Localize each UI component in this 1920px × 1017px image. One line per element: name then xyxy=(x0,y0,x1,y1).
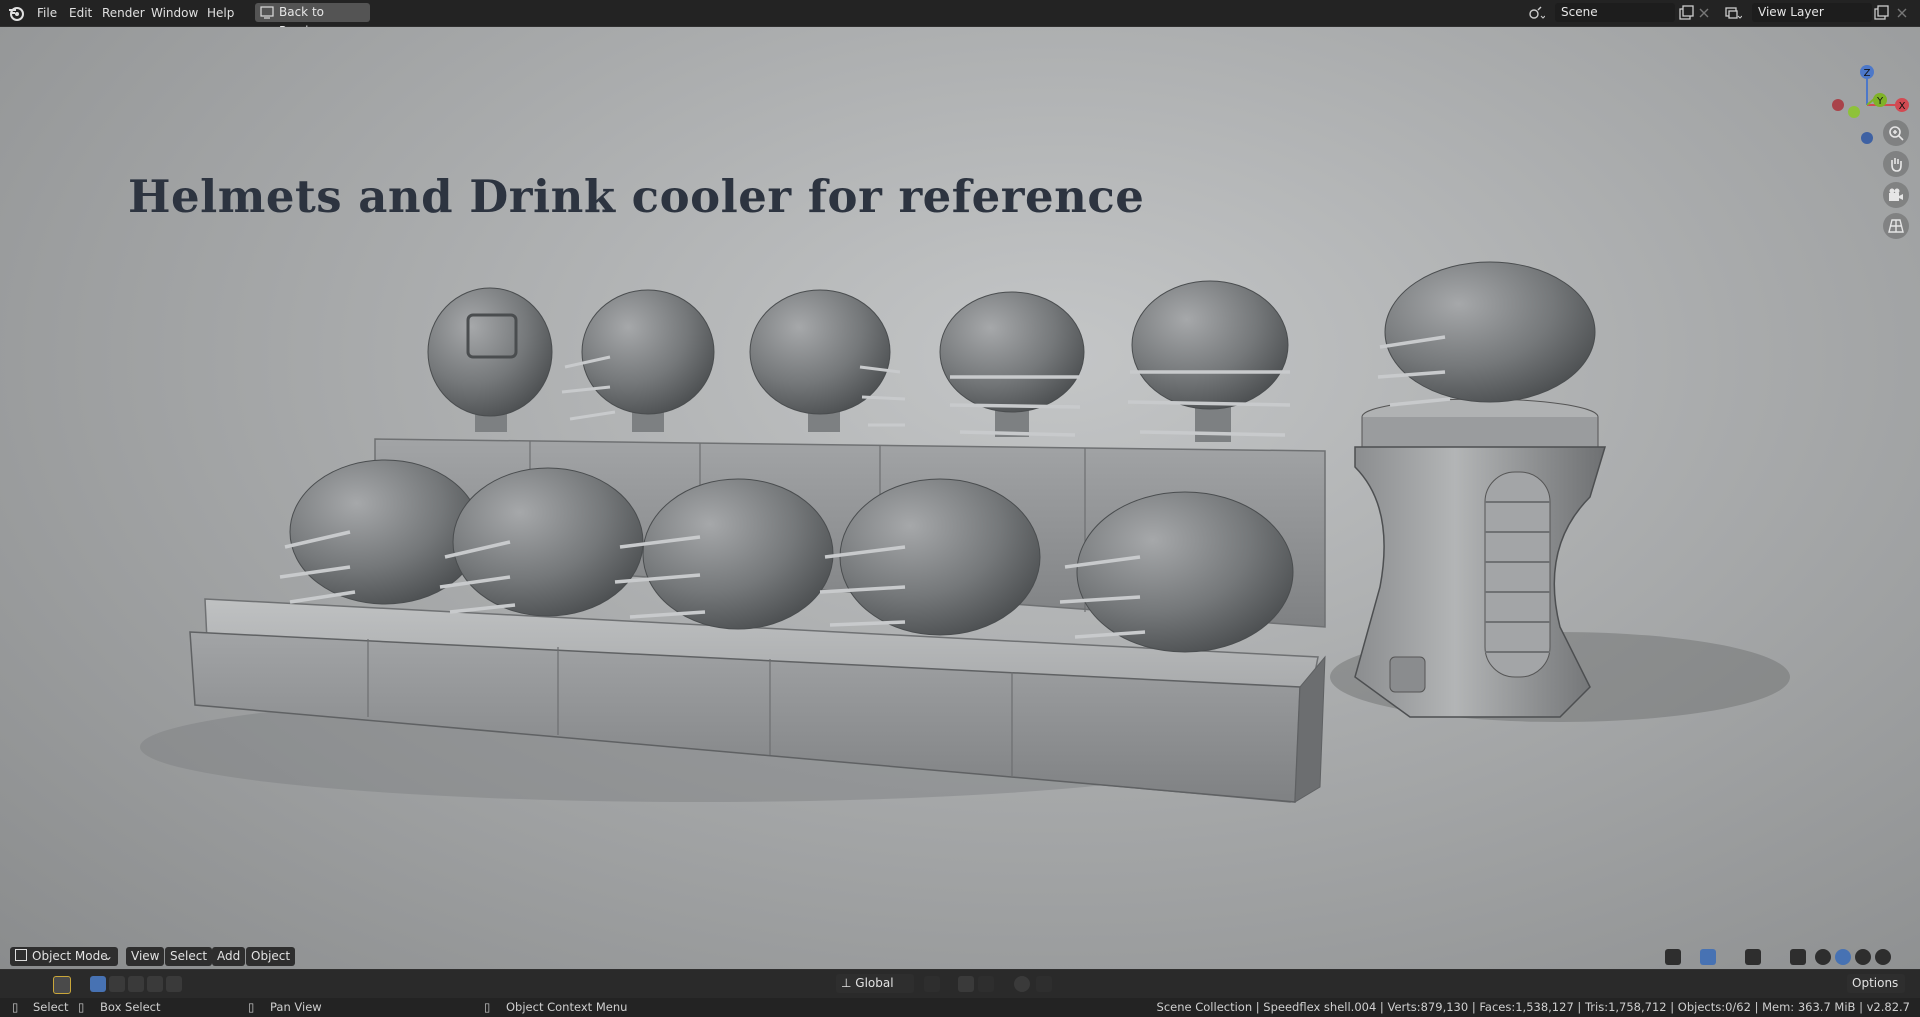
delete-scene-icon[interactable] xyxy=(1695,4,1713,22)
gizmo-y-label: Y xyxy=(1876,96,1884,107)
scene-field[interactable]: Scene xyxy=(1555,3,1675,22)
back-to-previous-button[interactable]: Back to Previous xyxy=(255,3,370,38)
blender-logo-icon[interactable] xyxy=(7,4,25,22)
menu-edit[interactable]: Edit xyxy=(64,4,97,22)
mouse-left-icon: ▯ xyxy=(12,1000,19,1014)
camera-icon xyxy=(1889,188,1903,201)
select-mode-extend-icon[interactable] xyxy=(109,976,125,992)
wireframe-shading-icon[interactable] xyxy=(1815,949,1831,965)
solid-shading-icon[interactable] xyxy=(1835,949,1851,965)
new-scene-icon[interactable] xyxy=(1677,4,1695,22)
status-scene-stats: Scene Collection | Speedflex shell.004 |… xyxy=(1156,1000,1910,1014)
gizmo-x-label: X xyxy=(1899,101,1906,112)
snap-target-icon[interactable] xyxy=(978,976,994,992)
mode-selector[interactable]: Object Mode ⌄ xyxy=(10,947,118,966)
camera-view-button[interactable] xyxy=(1883,182,1909,208)
menu-render[interactable]: Render xyxy=(97,4,150,22)
mouse-drag-icon: ▯ xyxy=(78,1000,85,1014)
3d-viewport[interactable]: Helmets and Drink cooler for reference Z… xyxy=(0,27,1920,969)
status-context-menu: Object Context Menu xyxy=(506,1000,628,1014)
tool-header: ⊥ Global Options xyxy=(0,970,1920,998)
orientation-label: Global xyxy=(855,976,894,990)
orientation-icon: ⊥ xyxy=(841,976,856,990)
delete-view-layer-icon[interactable] xyxy=(1893,4,1911,22)
viewport-header: Object Mode ⌄ View Select Add Object xyxy=(0,943,1920,973)
scene-render[interactable] xyxy=(0,27,1920,969)
select-mode-invert-icon[interactable] xyxy=(166,976,182,992)
select-mode-intersect-icon[interactable] xyxy=(147,976,163,992)
object-menu[interactable]: Object xyxy=(246,947,296,966)
zoom-icon xyxy=(1889,126,1904,141)
mouse-right-icon: ▯ xyxy=(484,1000,491,1014)
status-box-select: Box Select xyxy=(100,1000,161,1014)
menu-file[interactable]: File xyxy=(32,4,62,22)
gizmo-toggle-icon[interactable] xyxy=(1700,949,1716,965)
menu-window[interactable]: Window xyxy=(146,4,203,22)
editor-type-icon[interactable] xyxy=(12,976,28,992)
select-mode-new-icon[interactable] xyxy=(90,976,106,992)
material-shading-icon[interactable] xyxy=(1855,949,1871,965)
grid-icon xyxy=(1888,219,1904,233)
visibility-icon[interactable] xyxy=(1665,949,1681,965)
overlay-icon[interactable] xyxy=(1745,949,1761,965)
options-button[interactable]: Options xyxy=(1847,974,1905,993)
hand-icon xyxy=(1891,158,1902,172)
zoom-view-button[interactable] xyxy=(1883,120,1909,146)
rendered-shading-icon[interactable] xyxy=(1875,949,1891,965)
add-menu[interactable]: Add xyxy=(212,947,246,966)
view-layer-browse-icon[interactable] xyxy=(1724,4,1742,22)
perspective-toggle-button[interactable] xyxy=(1883,213,1909,239)
scene-browse-icon[interactable] xyxy=(1527,4,1545,22)
select-tool-icon[interactable] xyxy=(53,976,71,994)
mode-label: Object Mode xyxy=(32,949,108,963)
menu-help[interactable]: Help xyxy=(202,4,239,22)
mouse-middle-icon: ▯ xyxy=(248,1000,255,1014)
snap-toggle-icon[interactable] xyxy=(958,976,974,992)
top-bar: File Edit Render Window Help Back to Pre… xyxy=(0,0,1920,38)
drink-cooler xyxy=(1354,261,1607,718)
view-layer-field[interactable]: View Layer xyxy=(1752,3,1872,22)
xray-icon[interactable] xyxy=(1790,949,1806,965)
falloff-icon[interactable] xyxy=(1036,976,1052,992)
pivot-point-icon[interactable] xyxy=(924,976,940,992)
pan-view-button[interactable] xyxy=(1883,151,1909,177)
object-mode-icon xyxy=(15,949,27,961)
new-view-layer-icon[interactable] xyxy=(1872,4,1890,22)
chevron-down-icon: ⌄ xyxy=(102,949,113,963)
helmet-row-top xyxy=(427,280,1291,442)
screen-back-icon xyxy=(260,6,274,19)
status-select: Select xyxy=(33,1000,69,1014)
gizmo-z-label: Z xyxy=(1864,68,1871,79)
status-pan-view: Pan View xyxy=(270,1000,322,1014)
gizmo-neg-x-icon[interactable] xyxy=(1832,99,1844,111)
gizmo-neg-y-icon[interactable] xyxy=(1848,106,1860,118)
select-mode-subtract-icon[interactable] xyxy=(128,976,144,992)
view-menu[interactable]: View xyxy=(126,947,165,966)
status-bar: ▯ Select ▯ Box Select ▯ Pan View ▯ Objec… xyxy=(0,998,1920,1017)
proportional-editing-icon[interactable] xyxy=(1014,976,1030,992)
select-menu[interactable]: Select xyxy=(165,947,213,966)
gizmo-neg-z-icon[interactable] xyxy=(1861,132,1873,144)
transform-orientation-selector[interactable]: ⊥ Global xyxy=(836,974,914,993)
